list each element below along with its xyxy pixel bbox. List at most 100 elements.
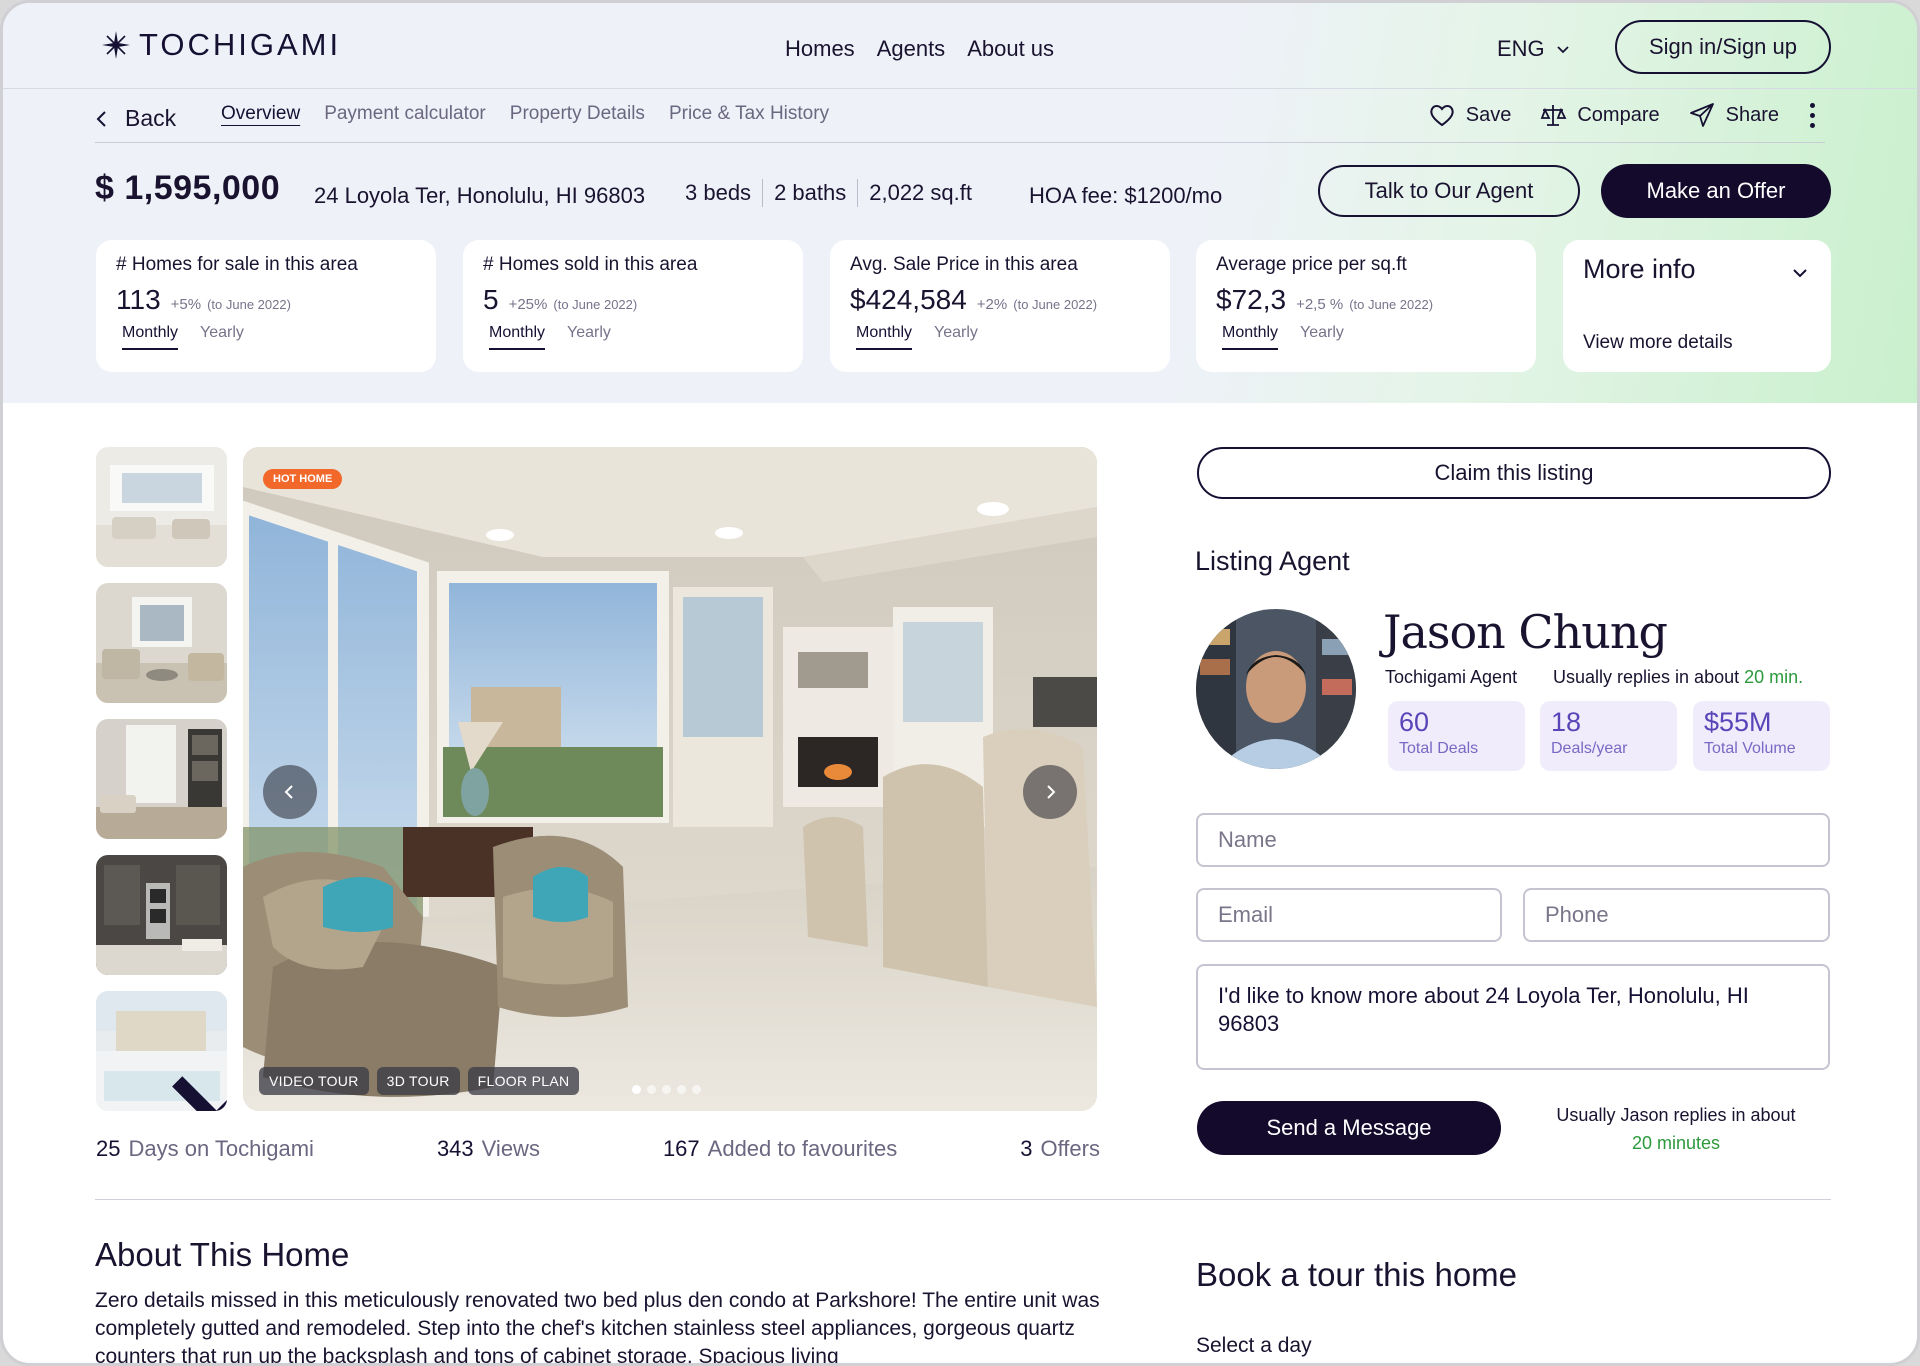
main-photo-carousel[interactable]: HOT HOME VIDEO TOUR 3D TOUR FLOOR PLAN xyxy=(243,447,1097,1111)
more-info-title: More info xyxy=(1583,254,1696,284)
stat-note: (to June 2022) xyxy=(553,297,638,312)
stat-title: Average price per sq.ft xyxy=(1216,254,1407,275)
email-field[interactable]: Email xyxy=(1196,888,1502,942)
chevron-down-icon[interactable] xyxy=(151,1041,227,1111)
tab-overview[interactable]: Overview xyxy=(221,103,300,125)
tab-yearly[interactable]: Yearly xyxy=(1300,324,1344,350)
gallery-thumbnail-more[interactable] xyxy=(96,991,227,1111)
hot-home-badge: HOT HOME xyxy=(263,469,343,489)
next-photo-button[interactable] xyxy=(1023,765,1077,819)
tab-property-details[interactable]: Property Details xyxy=(510,103,645,125)
carousel-indicator xyxy=(632,1085,701,1094)
stat-value: 113 xyxy=(116,284,161,315)
listing-price: $ 1,595,000 xyxy=(95,169,281,207)
stat-number: 25 xyxy=(96,1136,121,1161)
chevron-down-icon[interactable] xyxy=(1791,264,1809,282)
claim-listing-button[interactable]: Claim this listing xyxy=(1197,447,1831,499)
listing-agent-heading: Listing Agent xyxy=(1195,546,1350,576)
agent-stat-deals-per-year: 18 Deals/year xyxy=(1540,701,1677,771)
send-message-button[interactable]: Send a Message xyxy=(1197,1101,1501,1155)
brand-name: TOCHIGAMI xyxy=(139,27,342,62)
share-button[interactable]: Share xyxy=(1688,101,1779,129)
app-frame: TOCHIGAMI Homes Agents About us ENG Sign… xyxy=(0,0,1920,1366)
stat-number: 343 xyxy=(436,1136,474,1161)
gallery-thumbnail[interactable] xyxy=(96,719,227,839)
baths-count: 2 baths xyxy=(774,180,847,205)
bay-window-photo xyxy=(96,583,227,703)
agent-name[interactable]: Jason Chung xyxy=(1383,605,1668,659)
stat-title: # Homes for sale in this area xyxy=(116,254,358,275)
more-options-icon[interactable] xyxy=(1807,102,1817,128)
3d-tour-button[interactable]: 3D TOUR xyxy=(376,1067,460,1095)
sqft-value: 2,022 sq.ft xyxy=(869,180,972,205)
agent-stat-total-deals: 60 Total Deals xyxy=(1388,701,1525,771)
agent-portrait xyxy=(1196,609,1356,769)
stat-value: 5 xyxy=(483,284,499,315)
stat-label: Offers xyxy=(1040,1136,1100,1161)
tab-monthly[interactable]: Monthly xyxy=(1222,324,1279,350)
agent-stat-label: Deals/year xyxy=(1551,740,1628,757)
signin-button[interactable]: Sign in/Sign up xyxy=(1615,20,1831,74)
avatar[interactable] xyxy=(1196,609,1356,769)
nav-link-agents[interactable]: Agents xyxy=(877,36,946,62)
carousel-dot[interactable] xyxy=(692,1085,701,1094)
view-more-details-link[interactable]: View more details xyxy=(1583,332,1733,354)
carousel-dot[interactable] xyxy=(632,1085,641,1094)
agent-stat-total-volume: $55M Total Volume xyxy=(1693,701,1830,771)
reply-note: Usually Jason replies in about 20 minute… xyxy=(1533,1101,1819,1157)
views-count: 343 Views xyxy=(437,1136,540,1162)
tab-payment-calculator[interactable]: Payment calculator xyxy=(324,103,486,125)
agent-title: Tochigami Agent xyxy=(1385,667,1518,687)
section-tabs: Overview Payment calculator Property Det… xyxy=(221,103,829,125)
chevron-left-icon xyxy=(284,785,293,799)
carousel-dot[interactable] xyxy=(647,1085,656,1094)
gallery-thumbnail[interactable] xyxy=(96,447,227,567)
tab-yearly[interactable]: Yearly xyxy=(200,324,244,350)
tab-monthly[interactable]: Monthly xyxy=(122,324,179,350)
video-tour-button[interactable]: VIDEO TOUR xyxy=(259,1067,369,1095)
nav-link-homes[interactable]: Homes xyxy=(785,36,855,62)
name-field[interactable]: Name xyxy=(1196,813,1830,867)
nav-link-about[interactable]: About us xyxy=(967,36,1054,62)
sub-navigation: Back Overview Payment calculator Propert… xyxy=(95,99,1825,143)
stat-change: +5% xyxy=(170,296,202,313)
carousel-dot[interactable] xyxy=(677,1085,686,1094)
section-divider xyxy=(95,1199,1831,1200)
favourites-count: 167 Added to favourites xyxy=(663,1136,897,1162)
floor-plan-button[interactable]: FLOOR PLAN xyxy=(467,1067,580,1095)
stat-note: (to June 2022) xyxy=(1349,297,1434,312)
tab-yearly[interactable]: Yearly xyxy=(567,324,611,350)
about-heading: About This Home xyxy=(95,1236,350,1273)
main-links: Homes Agents About us xyxy=(785,36,1054,62)
tab-monthly[interactable]: Monthly xyxy=(489,324,546,350)
reply-note-time: 20 minutes xyxy=(1631,1133,1721,1153)
language-selector[interactable]: ENG xyxy=(1497,36,1571,62)
talk-to-agent-button[interactable]: Talk to Our Agent xyxy=(1318,165,1580,217)
stat-value: $72,3 xyxy=(1216,284,1287,315)
divider xyxy=(762,179,764,207)
about-description: Zero details missed in this meticulously… xyxy=(95,1289,1100,1366)
paper-plane-icon xyxy=(1689,103,1714,127)
chevron-left-icon xyxy=(96,110,106,127)
logo[interactable]: TOCHIGAMI xyxy=(101,27,341,63)
language-label: ENG xyxy=(1497,36,1545,61)
tab-price-tax-history[interactable]: Price & Tax History xyxy=(669,103,829,125)
gallery-thumbnail[interactable] xyxy=(96,855,227,975)
carousel-dot[interactable] xyxy=(662,1085,671,1094)
reply-prefix: Usually replies in about xyxy=(1553,667,1740,687)
listing-specs: 3 beds 2 baths 2,022 sq.ft xyxy=(685,179,972,207)
listing-address: 24 Loyola Ter, Honolulu, HI 96803 xyxy=(314,183,646,208)
listing-stats: 25 Days on Tochigami 343 Views 167 Added to… xyxy=(96,1136,1100,1162)
save-button[interactable]: Save xyxy=(1428,101,1511,129)
previous-photo-button[interactable] xyxy=(263,765,317,819)
more-info-card[interactable]: More info View more details xyxy=(1563,240,1831,372)
tab-yearly[interactable]: Yearly xyxy=(934,324,978,350)
message-field[interactable]: I'd like to know more about 24 Loyola Te… xyxy=(1196,964,1830,1070)
back-button[interactable]: Back xyxy=(95,105,176,132)
phone-field[interactable]: Phone xyxy=(1523,888,1830,942)
gallery-thumbnail[interactable] xyxy=(96,583,227,703)
tab-monthly[interactable]: Monthly xyxy=(856,324,913,350)
compare-button[interactable]: Compare xyxy=(1539,101,1660,129)
make-offer-button[interactable]: Make an Offer xyxy=(1601,164,1831,218)
back-label: Back xyxy=(125,105,177,131)
